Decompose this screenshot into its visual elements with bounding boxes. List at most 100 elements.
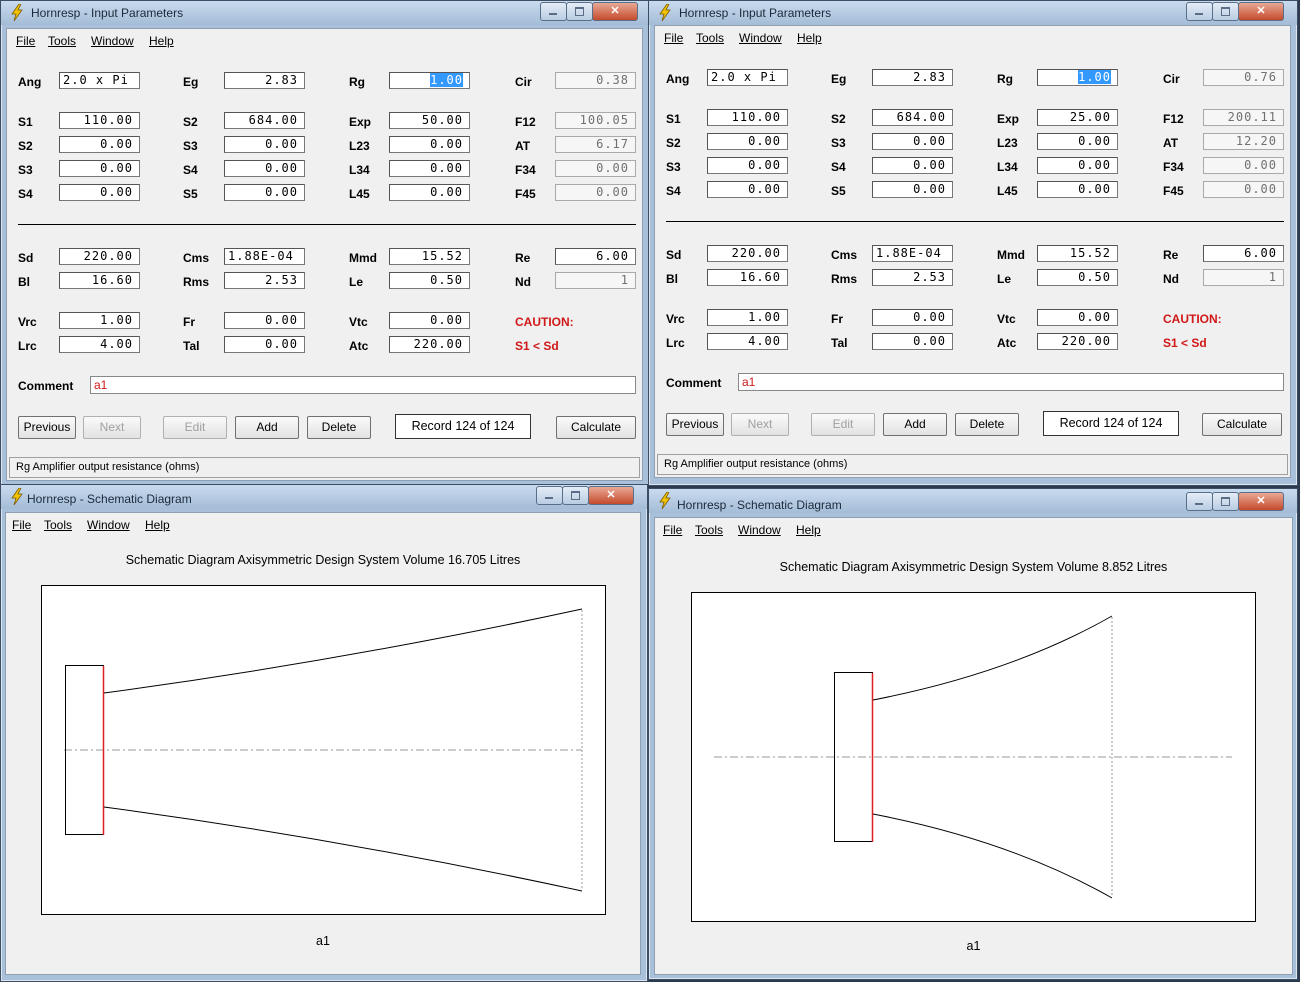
menu-file[interactable]: File xyxy=(12,518,31,532)
menu-file[interactable]: File xyxy=(663,523,682,537)
field-fr[interactable]: 0.00 xyxy=(224,312,305,329)
menu-window[interactable]: Window xyxy=(87,518,130,532)
close-button[interactable]: ✕ xyxy=(1238,2,1284,21)
menu-tools[interactable]: Tools xyxy=(48,34,76,48)
close-button[interactable]: ✕ xyxy=(1238,492,1284,511)
field-tal[interactable]: 0.00 xyxy=(224,336,305,353)
title-bar[interactable]: Hornresp - Schematic Diagram ✕ xyxy=(1,485,647,509)
field-s1[interactable]: 110.00 xyxy=(707,109,788,126)
menu-help[interactable]: Help xyxy=(797,31,822,45)
field-eg[interactable]: 2.83 xyxy=(872,69,953,86)
calculate-button[interactable]: Calculate xyxy=(1202,413,1282,436)
field-le[interactable]: 0.50 xyxy=(1037,269,1118,286)
field-lrc[interactable]: 4.00 xyxy=(59,336,140,353)
field-s5[interactable]: 0.00 xyxy=(224,184,305,201)
field-s2[interactable]: 684.00 xyxy=(872,109,953,126)
field-s2-left[interactable]: 0.00 xyxy=(707,133,788,150)
field-re[interactable]: 6.00 xyxy=(555,248,636,265)
menu-file[interactable]: File xyxy=(664,31,683,45)
field-exp[interactable]: 50.00 xyxy=(389,112,470,129)
field-vrc[interactable]: 1.00 xyxy=(707,309,788,326)
field-atc[interactable]: 220.00 xyxy=(389,336,470,353)
field-rg[interactable]: 1.00 xyxy=(1037,69,1118,86)
menu-help[interactable]: Help xyxy=(149,34,174,48)
field-exp[interactable]: 25.00 xyxy=(1037,109,1118,126)
maximize-button[interactable] xyxy=(566,2,593,21)
field-s4[interactable]: 0.00 xyxy=(872,157,953,174)
next-button[interactable]: Next xyxy=(731,413,789,436)
field-sd[interactable]: 220.00 xyxy=(707,245,788,262)
menu-help[interactable]: Help xyxy=(145,518,170,532)
maximize-button[interactable] xyxy=(1212,2,1239,21)
delete-button[interactable]: Delete xyxy=(307,416,371,439)
delete-button[interactable]: Delete xyxy=(955,413,1019,436)
field-rms[interactable]: 2.53 xyxy=(872,269,953,286)
field-l34[interactable]: 0.00 xyxy=(389,160,470,177)
menu-tools[interactable]: Tools xyxy=(44,518,72,532)
field-l45[interactable]: 0.00 xyxy=(389,184,470,201)
field-s2[interactable]: 684.00 xyxy=(224,112,305,129)
field-ang[interactable]: 2.0 x Pi xyxy=(707,69,788,86)
close-button[interactable]: ✕ xyxy=(592,2,638,21)
edit-button[interactable]: Edit xyxy=(811,413,875,436)
field-vrc[interactable]: 1.00 xyxy=(59,312,140,329)
field-s4-left[interactable]: 0.00 xyxy=(59,184,140,201)
field-atc[interactable]: 220.00 xyxy=(1037,333,1118,350)
field-l45[interactable]: 0.00 xyxy=(1037,181,1118,198)
previous-button[interactable]: Previous xyxy=(18,416,76,439)
field-bl[interactable]: 16.60 xyxy=(59,272,140,289)
comment-input[interactable]: a1 xyxy=(738,373,1284,391)
field-mmd[interactable]: 15.52 xyxy=(389,248,470,265)
field-tal[interactable]: 0.00 xyxy=(872,333,953,350)
field-vtc[interactable]: 0.00 xyxy=(389,312,470,329)
menu-window[interactable]: Window xyxy=(91,34,134,48)
calculate-button[interactable]: Calculate xyxy=(556,416,636,439)
field-s3-left[interactable]: 0.00 xyxy=(707,157,788,174)
field-l34[interactable]: 0.00 xyxy=(1037,157,1118,174)
minimize-button[interactable] xyxy=(540,2,567,21)
field-s4-left[interactable]: 0.00 xyxy=(707,181,788,198)
field-s5[interactable]: 0.00 xyxy=(872,181,953,198)
field-rg[interactable]: 1.00 xyxy=(389,72,470,89)
next-button[interactable]: Next xyxy=(83,416,141,439)
field-re[interactable]: 6.00 xyxy=(1203,245,1284,262)
menu-file[interactable]: File xyxy=(16,34,35,48)
field-mmd[interactable]: 15.52 xyxy=(1037,245,1118,262)
field-s3[interactable]: 0.00 xyxy=(872,133,953,150)
title-bar[interactable]: Hornresp - Input Parameters ✕ xyxy=(649,1,1297,25)
field-cms[interactable]: 1.88E-04 xyxy=(224,248,305,265)
minimize-button[interactable] xyxy=(1186,492,1213,511)
title-bar[interactable]: Hornresp - Schematic Diagram ✕ xyxy=(649,489,1297,513)
field-l23[interactable]: 0.00 xyxy=(1037,133,1118,150)
field-sd[interactable]: 220.00 xyxy=(59,248,140,265)
comment-input[interactable]: a1 xyxy=(90,376,636,394)
field-lrc[interactable]: 4.00 xyxy=(707,333,788,350)
minimize-button[interactable] xyxy=(1186,2,1213,21)
add-button[interactable]: Add xyxy=(235,416,299,439)
field-le[interactable]: 0.50 xyxy=(389,272,470,289)
field-l23[interactable]: 0.00 xyxy=(389,136,470,153)
minimize-button[interactable] xyxy=(536,486,563,505)
menu-window[interactable]: Window xyxy=(739,31,782,45)
title-bar[interactable]: Hornresp - Input Parameters ✕ xyxy=(1,1,649,25)
field-vtc[interactable]: 0.00 xyxy=(1037,309,1118,326)
field-rms[interactable]: 2.53 xyxy=(224,272,305,289)
field-cms[interactable]: 1.88E-04 xyxy=(872,245,953,262)
add-button[interactable]: Add xyxy=(883,413,947,436)
field-s3[interactable]: 0.00 xyxy=(224,136,305,153)
field-s1[interactable]: 110.00 xyxy=(59,112,140,129)
previous-button[interactable]: Previous xyxy=(666,413,724,436)
edit-button[interactable]: Edit xyxy=(163,416,227,439)
field-s2-left[interactable]: 0.00 xyxy=(59,136,140,153)
field-s4[interactable]: 0.00 xyxy=(224,160,305,177)
menu-tools[interactable]: Tools xyxy=(695,523,723,537)
menu-help[interactable]: Help xyxy=(796,523,821,537)
maximize-button[interactable] xyxy=(1212,492,1239,511)
maximize-button[interactable] xyxy=(562,486,589,505)
field-bl[interactable]: 16.60 xyxy=(707,269,788,286)
close-button[interactable]: ✕ xyxy=(588,486,634,505)
field-fr[interactable]: 0.00 xyxy=(872,309,953,326)
field-s3-left[interactable]: 0.00 xyxy=(59,160,140,177)
field-ang[interactable]: 2.0 x Pi xyxy=(59,72,140,89)
menu-tools[interactable]: Tools xyxy=(696,31,724,45)
